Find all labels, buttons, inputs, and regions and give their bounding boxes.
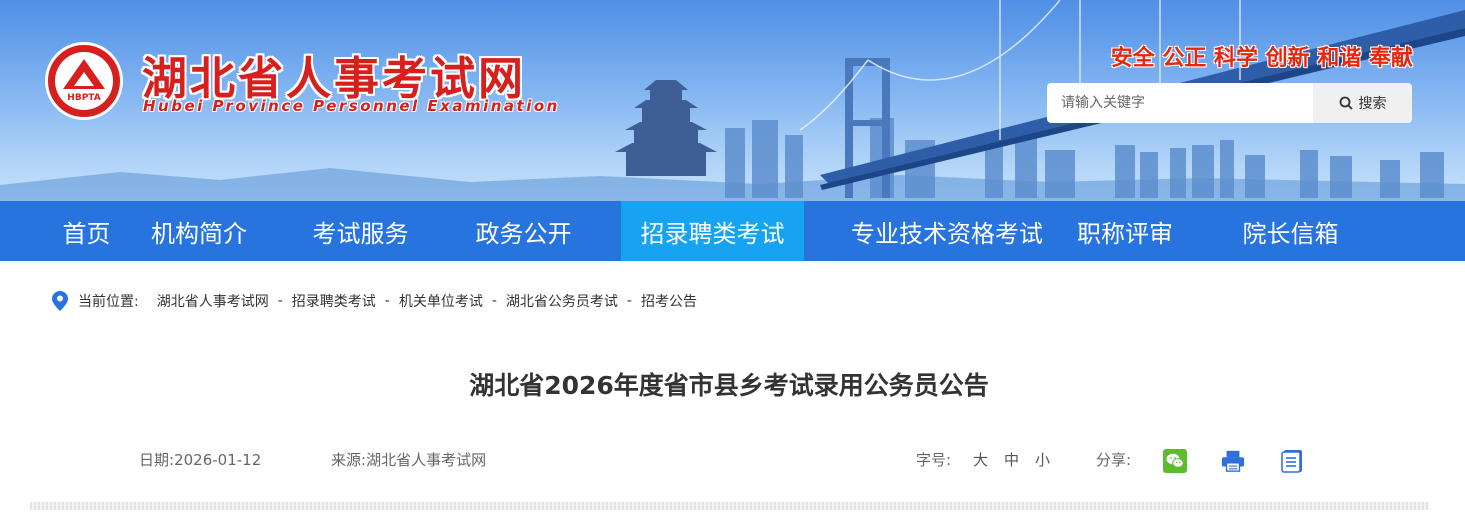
nav-item-exam-service[interactable]: 考试服务 bbox=[279, 201, 442, 261]
breadcrumb-link-home[interactable]: 湖北省人事考试网 bbox=[157, 291, 269, 311]
nav-item-title-review[interactable]: 职称评审 bbox=[1057, 201, 1193, 261]
article-title: 湖北省2026年度省市县乡考试录用公务员公告 bbox=[469, 371, 989, 400]
source-value: 湖北省人事考试网 bbox=[366, 451, 487, 469]
breadcrumb-link-recruitment[interactable]: 招录聘类考试 bbox=[292, 291, 376, 311]
article-divider bbox=[30, 502, 1429, 510]
search-button-label: 搜索 bbox=[1358, 96, 1387, 112]
main-nav: 首页 机构简介 考试服务 政务公开 招录聘类考试 专业技术资格考试 职称评审 院… bbox=[0, 201, 1465, 261]
breadcrumb: 当前位置: 湖北省人事考试网 - 招录聘类考试 - 机关单位考试 - 湖北省公务… bbox=[52, 290, 697, 312]
nav-item-recruitment-exam[interactable]: 招录聘类考试 bbox=[621, 201, 804, 261]
document-icon[interactable] bbox=[1281, 449, 1305, 473]
breadcrumb-prefix: 当前位置: bbox=[78, 294, 139, 310]
breadcrumb-link-agency-exam[interactable]: 机关单位考试 bbox=[399, 291, 483, 311]
site-name-en: Hubei Province Personnel Examination bbox=[143, 97, 560, 115]
location-pin-icon bbox=[52, 291, 68, 311]
wechat-icon[interactable] bbox=[1163, 449, 1187, 473]
nav-item-director-mailbox[interactable]: 院长信箱 bbox=[1228, 201, 1353, 261]
breadcrumb-separator: - bbox=[626, 293, 632, 309]
source-label: 来源: bbox=[331, 451, 367, 469]
site-header: HBPTA 湖北省人事考试网 Hubei Province Personnel … bbox=[0, 0, 1465, 201]
date-value: 2026-01-12 bbox=[174, 451, 262, 469]
article-source: 来源:湖北省人事考试网 bbox=[331, 449, 486, 470]
nav-item-gov-affairs[interactable]: 政务公开 bbox=[442, 201, 605, 261]
breadcrumb-separator: - bbox=[384, 293, 390, 309]
date-label: 日期: bbox=[139, 451, 175, 469]
font-size-small-button[interactable]: 小 bbox=[1035, 449, 1050, 470]
breadcrumb-link-announcement[interactable]: 招考公告 bbox=[641, 291, 697, 311]
font-size-label: 字号: bbox=[916, 451, 952, 469]
site-logo[interactable]: HBPTA bbox=[45, 42, 123, 120]
share-label: 分享: bbox=[1096, 451, 1132, 469]
breadcrumb-link-civil-servant-exam[interactable]: 湖北省公务员考试 bbox=[506, 291, 618, 311]
logo-inner-triangle bbox=[74, 72, 94, 86]
font-size-large-button[interactable]: 大 bbox=[973, 449, 988, 470]
font-size-medium-button[interactable]: 中 bbox=[1004, 449, 1019, 470]
print-icon[interactable] bbox=[1221, 449, 1245, 473]
search-icon bbox=[1339, 96, 1353, 110]
search-input[interactable] bbox=[1047, 83, 1313, 123]
search-button[interactable]: 搜索 bbox=[1313, 83, 1412, 123]
breadcrumb-separator: - bbox=[277, 293, 283, 309]
breadcrumb-separator: - bbox=[491, 293, 497, 309]
nav-item-professional-qualification[interactable]: 专业技术资格考试 bbox=[804, 201, 1090, 261]
nav-item-about[interactable]: 机构简介 bbox=[147, 201, 251, 261]
logo-abbr: HBPTA bbox=[67, 93, 101, 103]
site-slogan: 安全 公正 科学 创新 和谐 奉献 bbox=[1110, 46, 1413, 71]
article-date: 日期:2026-01-12 bbox=[139, 449, 261, 470]
